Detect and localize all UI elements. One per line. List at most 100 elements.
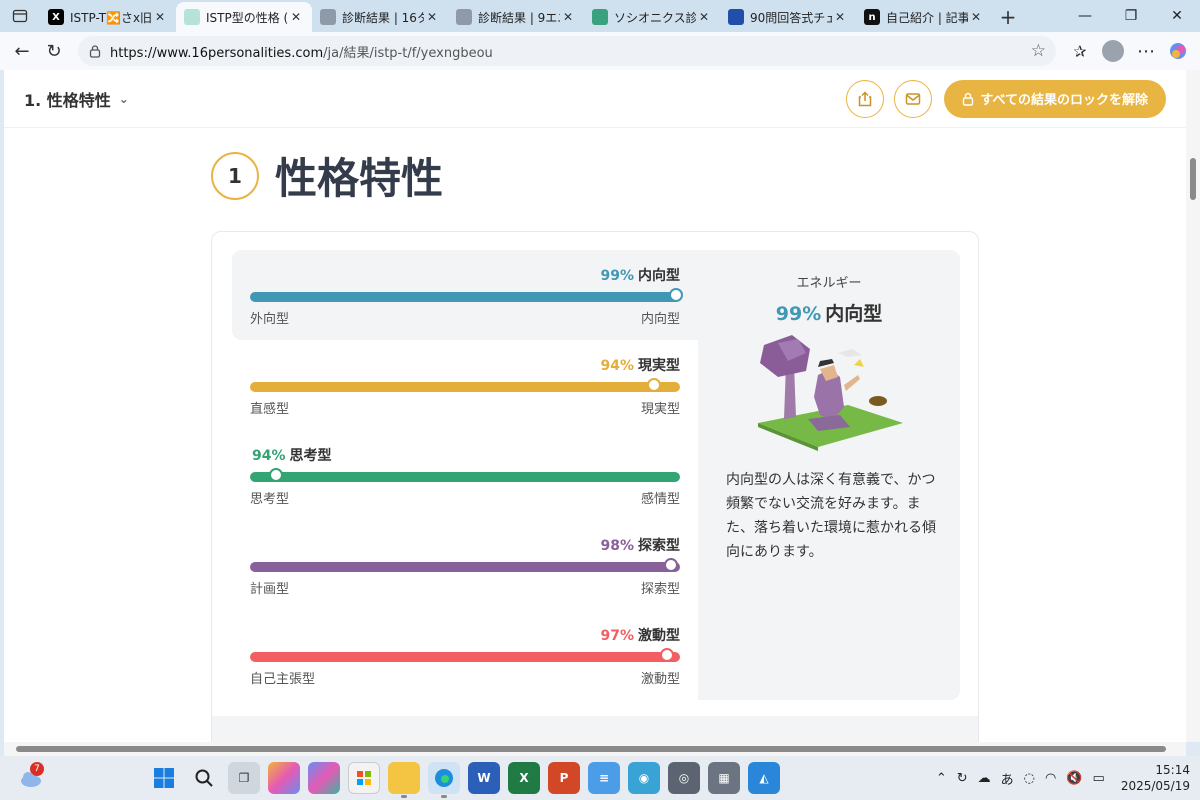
taskbar: 7 ❐ W X P ≡ ◉ ◎ ▦ ◭ ⌃ ↻ ☁ あ ◌ ◠ 🔇 ▭ 15:1… — [0, 756, 1200, 800]
favorites-button[interactable]: ✰ — [1064, 35, 1096, 67]
file-explorer-app[interactable] — [388, 762, 420, 798]
powerpoint-icon: P — [559, 771, 569, 785]
browser-tab[interactable]: n 自己紹介 | 記事 ✕ — [856, 2, 992, 32]
trait-result: 98% 探索型 — [600, 535, 680, 555]
trait-right-label: 激動型 — [640, 672, 680, 687]
trait-row[interactable]: 94% 現実型 直感型 現実型 — [232, 340, 698, 430]
trait-right-label: 現実型 — [640, 402, 680, 417]
trait-row[interactable]: 94% 思考型 思考型 感情型 — [232, 430, 698, 520]
restore-icon: ❐ — [1124, 8, 1138, 24]
search-icon — [195, 769, 213, 787]
trait-detail-result: 99% 内向型 — [698, 299, 960, 326]
camera-icon: ◎ — [678, 771, 690, 785]
tab-close-icon[interactable]: ✕ — [288, 9, 304, 25]
trait-name: 思考型 — [289, 448, 332, 464]
globe-icon: ◉ — [638, 771, 650, 785]
share-button[interactable] — [846, 79, 885, 118]
trait-result: 94% 思考型 — [252, 445, 332, 465]
trait-left-label: 思考型 — [250, 492, 290, 507]
chevron-up-icon[interactable]: ⌃ — [936, 771, 947, 786]
vertical-scrollbar[interactable] — [1186, 70, 1200, 742]
minimize-button[interactable]: — — [1062, 0, 1108, 32]
wifi-icon[interactable]: ◠ — [1045, 771, 1056, 786]
vertical-scroll-thumb[interactable] — [1190, 158, 1196, 200]
trait-detail-panel: エネルギー 99% 内向型 内向型の人は深く有意義で、かつ頻繁でない交流を好みます… — [698, 250, 960, 700]
speaker-muted-icon[interactable]: 🔇 — [1066, 771, 1082, 786]
cloud-offline-icon[interactable]: ☁ — [978, 771, 991, 786]
weather-widget[interactable]: 7 — [18, 762, 44, 790]
plus-icon: + — [999, 5, 1017, 29]
m365-app[interactable] — [308, 762, 340, 794]
new-tab-button[interactable]: + — [992, 2, 1024, 32]
clock-ring-icon[interactable]: ◌ — [1024, 771, 1035, 786]
browser-tab[interactable]: 診断結果 | 16タ ✕ — [312, 2, 448, 32]
copilot-button[interactable] — [1162, 35, 1194, 67]
more-icon: ⋯ — [1137, 40, 1155, 62]
trait-row[interactable]: 98% 探索型 計画型 探索型 — [232, 520, 698, 610]
trait-row[interactable]: 97% 激動型 自己主張型 激動型 — [232, 610, 698, 700]
refresh-status-icon[interactable]: ↻ — [957, 771, 968, 786]
horizontal-scrollbar[interactable] — [4, 742, 1186, 756]
clock-time: 15:14 — [1155, 763, 1190, 777]
task-view-button[interactable]: ❐ — [228, 762, 260, 794]
reload-button[interactable]: ↻ — [38, 35, 70, 67]
profile-avatar[interactable] — [1102, 40, 1124, 62]
favorite-star-icon[interactable]: ☆ — [1031, 41, 1046, 61]
browser-tab[interactable]: ソシオニクス診断テ✕ — [584, 2, 720, 32]
calculator-app[interactable]: ▦ — [708, 762, 740, 794]
task-view-icon: ❐ — [238, 771, 250, 785]
restore-button[interactable]: ❐ — [1108, 0, 1154, 32]
browser-tab[interactable]: ISTP型の性格 (E ✕ — [176, 2, 312, 32]
clock[interactable]: 15:14 2025/05/19 — [1121, 762, 1190, 794]
tab-close-icon[interactable]: ✕ — [424, 9, 440, 25]
maps-app[interactable]: ◉ — [628, 762, 660, 794]
word-app[interactable]: W — [468, 762, 500, 794]
photos-app[interactable]: ◭ — [748, 762, 780, 794]
minimize-icon: — — [1078, 8, 1092, 24]
battery-icon[interactable]: ▭ — [1093, 771, 1105, 786]
address-bar[interactable]: https://www.16personalities.com/ja/結果/is… — [78, 36, 1056, 66]
camera-app[interactable]: ◎ — [668, 762, 700, 794]
horizontal-scroll-thumb[interactable] — [16, 746, 1166, 752]
tab-close-icon[interactable]: ✕ — [968, 9, 984, 25]
edge-app[interactable] — [428, 762, 460, 798]
unlock-all-results-button[interactable]: すべての結果のロックを解除 — [944, 79, 1166, 118]
tab-close-icon[interactable]: ✕ — [696, 9, 712, 25]
browser-tab[interactable]: 診断結果 | 9エニ✕ — [448, 2, 584, 32]
tab-actions-button[interactable] — [0, 0, 40, 32]
taskbar-apps: ❐ W X P ≡ ◉ ◎ ▦ ◭ — [148, 762, 780, 798]
tab-title: 診断結果 | 9エニ — [478, 10, 560, 25]
settings-more-button[interactable]: ⋯ — [1130, 35, 1162, 67]
email-button[interactable] — [894, 79, 933, 118]
trait-name: 激動型 — [638, 628, 680, 644]
tab-close-icon[interactable]: ✕ — [152, 9, 168, 25]
tab-title: ソシオニクス診断テ — [614, 10, 696, 25]
trait-row[interactable]: 99% 内向型 外向型 内向型 — [232, 250, 698, 340]
powerpoint-app[interactable]: P — [548, 762, 580, 794]
tab-close-icon[interactable]: ✕ — [832, 9, 848, 25]
trait-result: 97% 激動型 — [600, 625, 680, 645]
search-button[interactable] — [188, 762, 220, 794]
close-icon: ✕ — [1171, 8, 1183, 24]
browser-tab[interactable]: 90問回答式チェッ✕ — [720, 2, 856, 32]
back-button[interactable]: ← — [6, 35, 38, 67]
store-app[interactable] — [348, 762, 380, 794]
close-window-button[interactable]: ✕ — [1154, 0, 1200, 32]
trait-name: 内向型 — [638, 268, 680, 284]
trait-left-label: 計画型 — [250, 582, 290, 597]
trait-percent: 97% — [600, 628, 634, 644]
tab-close-icon[interactable]: ✕ — [560, 9, 576, 25]
trait-bar-marker — [268, 468, 283, 482]
trait-left-label: 外向型 — [250, 312, 290, 327]
excel-app[interactable]: X — [508, 762, 540, 794]
tab-favicon-icon — [728, 9, 744, 25]
browser-tab[interactable]: X ISTP-T🔀さx旧 ✕ — [40, 2, 176, 32]
tab-title: 自己紹介 | 記事 — [886, 10, 968, 25]
notepad-app[interactable]: ≡ — [588, 762, 620, 794]
copilot-app[interactable] — [268, 762, 300, 794]
section-dropdown[interactable]: 1. 性格特性 ⌄ — [24, 87, 129, 111]
trait-left-label: 自己主張型 — [250, 672, 316, 687]
start-button[interactable] — [148, 762, 180, 794]
tab-title: ISTP-T🔀さx旧 — [70, 10, 152, 25]
ime-indicator[interactable]: あ — [1001, 769, 1014, 788]
